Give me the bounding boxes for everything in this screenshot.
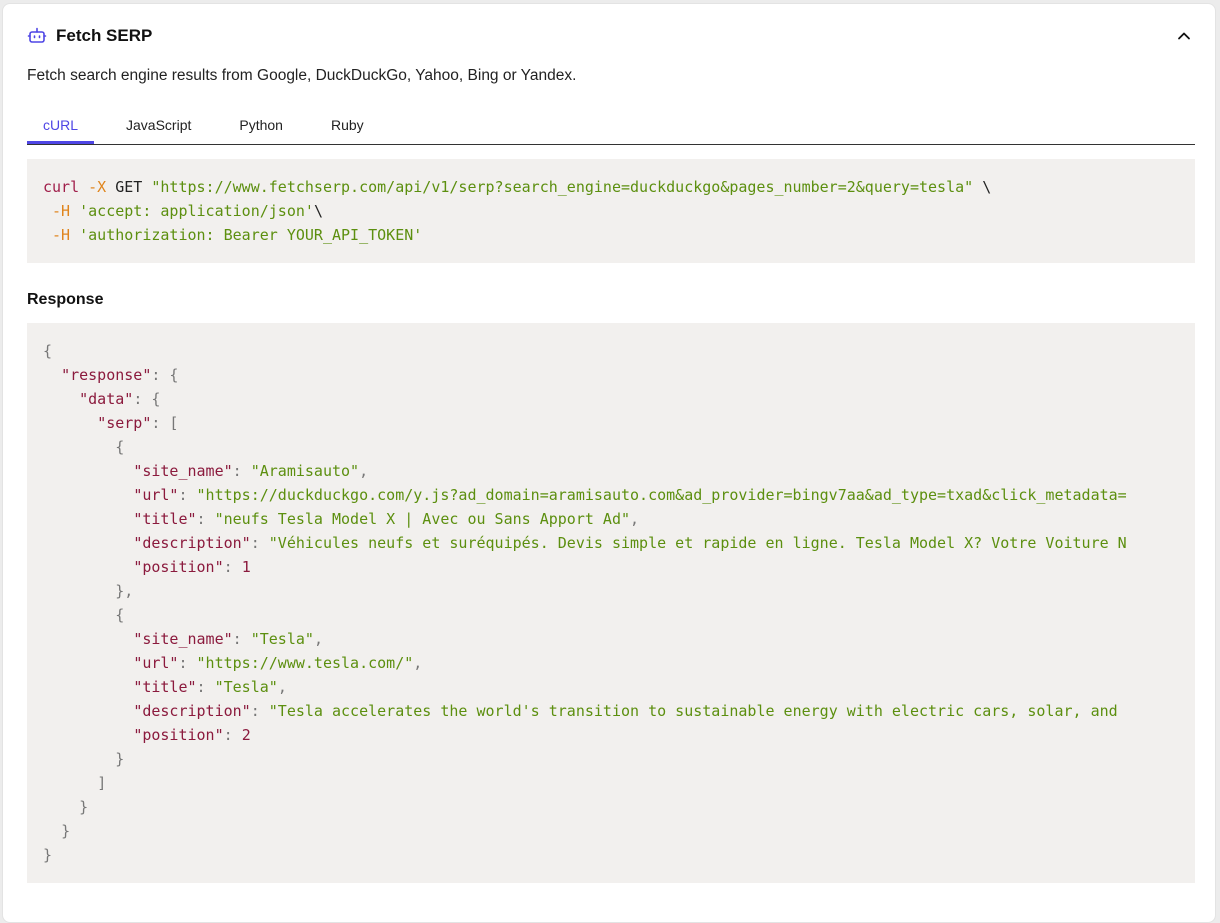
line-continuation: \ <box>313 202 323 220</box>
curl-url: "https://www.fetchserp.com/api/v1/serp?s… <box>151 178 974 196</box>
tab-python[interactable]: Python <box>223 111 299 144</box>
curl-flag-x: -X <box>88 178 107 196</box>
json-key: "site_name" <box>133 462 233 480</box>
tab-ruby[interactable]: Ruby <box>315 111 380 144</box>
json-key: "site_name" <box>133 630 233 648</box>
json-key: "response" <box>61 366 152 384</box>
language-tabs: cURL JavaScript Python Ruby <box>27 111 1195 145</box>
robot-icon <box>27 26 47 46</box>
json-key: "url" <box>133 486 179 504</box>
tab-curl[interactable]: cURL <box>27 111 95 144</box>
json-value: "Véhicules neufs et suréquipés. Devis si… <box>268 534 1127 552</box>
card-title: Fetch SERP <box>56 26 153 45</box>
response-heading: Response <box>27 291 104 308</box>
curl-header-accept: 'accept: application/json' <box>79 202 314 220</box>
json-value: "Aramisauto" <box>250 462 360 480</box>
json-value: 2 <box>241 726 251 744</box>
json-value: "Tesla" <box>214 678 278 696</box>
curl-command: curl <box>43 178 80 196</box>
json-key: "serp" <box>97 414 152 432</box>
json-value: 1 <box>241 558 251 576</box>
json-value: "https://www.tesla.com/" <box>196 654 414 672</box>
json-key: "description" <box>133 534 251 552</box>
tab-javascript[interactable]: JavaScript <box>110 111 207 144</box>
json-key: "url" <box>133 654 179 672</box>
json-key: "data" <box>79 390 134 408</box>
card-description: Fetch search engine results from Google,… <box>27 67 577 84</box>
json-key: "title" <box>133 678 197 696</box>
json-value: "https://duckduckgo.com/y.js?ad_domain=a… <box>196 486 1127 504</box>
fetch-serp-card: Fetch SERP Fetch search engine results f… <box>2 3 1216 923</box>
curl-method: GET <box>115 178 143 196</box>
chevron-up-icon[interactable] <box>1175 27 1193 45</box>
line-continuation: \ <box>973 178 992 196</box>
curl-header-authorization: 'authorization: Bearer YOUR_API_TOKEN' <box>79 226 423 244</box>
json-key: "description" <box>133 702 251 720</box>
curl-flag-h: -H <box>52 202 71 220</box>
json-key: "title" <box>133 510 197 528</box>
response-code-block[interactable]: { "response": { "data": { "serp": [ { "s… <box>27 323 1195 883</box>
curl-flag-h: -H <box>52 226 71 244</box>
card-header[interactable]: Fetch SERP <box>27 22 1193 50</box>
json-key: "position" <box>133 558 224 576</box>
curl-code-block[interactable]: curl -X GET "https://www.fetchserp.com/a… <box>27 159 1195 263</box>
json-key: "position" <box>133 726 224 744</box>
json-value: "Tesla" <box>250 630 314 648</box>
json-value: "Tesla accelerates the world's transitio… <box>268 702 1118 720</box>
json-value: "neufs Tesla Model X | Avec ou Sans Appo… <box>214 510 631 528</box>
